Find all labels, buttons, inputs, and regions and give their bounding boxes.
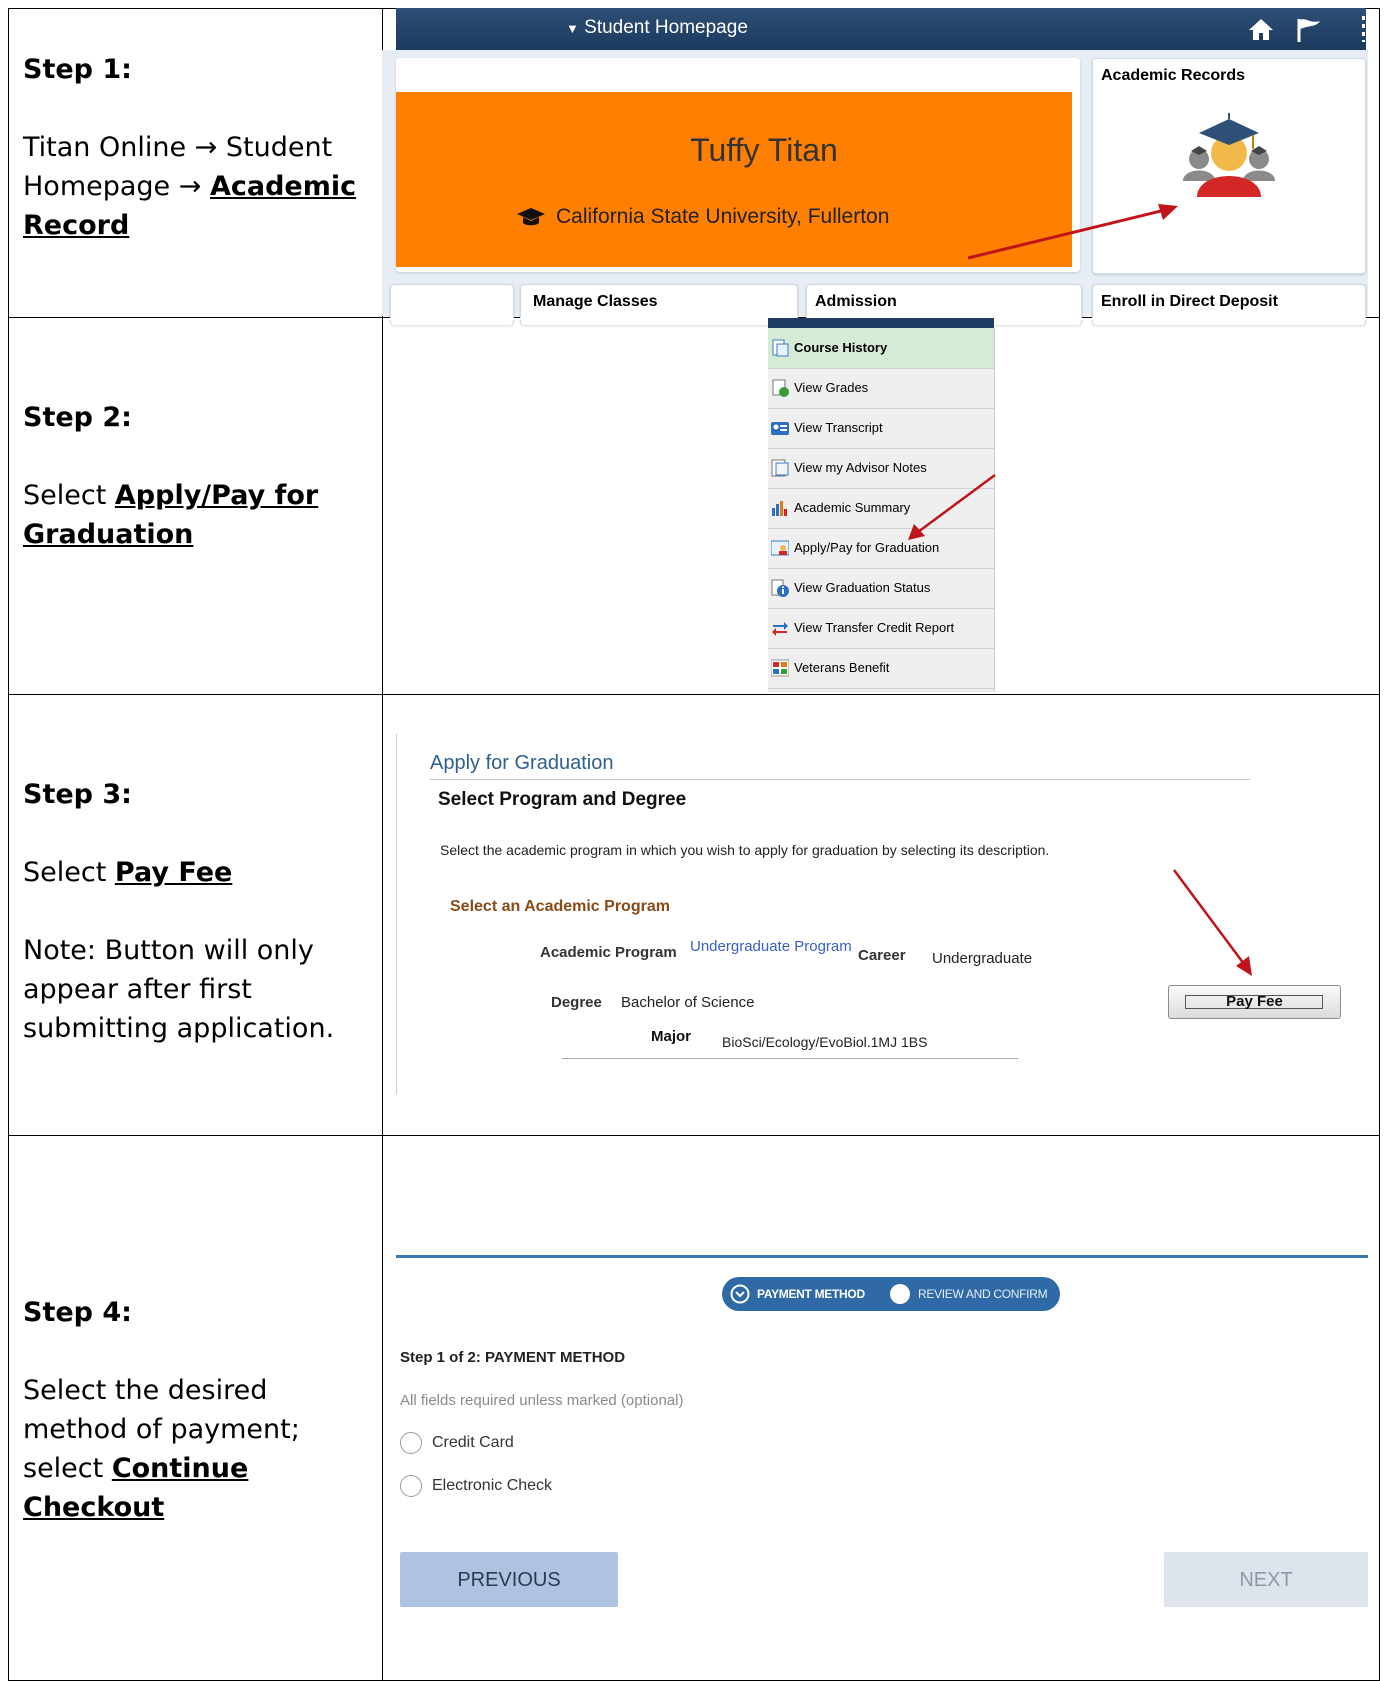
homepage-dropdown[interactable]: ▼ Student Homepage (566, 17, 748, 39)
electronic-check-radio[interactable] (400, 1475, 422, 1497)
program-label: Academic Program (540, 944, 677, 961)
checkout-top-rule (396, 1255, 1368, 1258)
tile-title: Admission (815, 293, 897, 310)
step-link: Pay Fee (114, 857, 233, 888)
graduation-cap-icon (517, 208, 545, 226)
home-icon[interactable] (1248, 17, 1274, 41)
menu-item-label: View Transcript (794, 420, 883, 435)
required-note: All fields required unless marked (optio… (400, 1392, 684, 1409)
chevron-down-circle-icon (730, 1284, 750, 1304)
step4-instructions: Step 4: Select the desired method of pay… (23, 1293, 368, 1527)
graduation-apply-icon (771, 540, 789, 556)
transfer-arrows-icon (772, 622, 788, 636)
checkout-progress: PAYMENT METHOD REVIEW AND CONFIRM (722, 1277, 1060, 1311)
menu-item-label: Veterans Benefit (794, 660, 890, 675)
step-note: Note: Button will only appear after firs… (23, 935, 335, 1044)
veterans-icon (771, 659, 789, 677)
nav-title: Student Homepage (584, 17, 748, 38)
progress-step-1: PAYMENT METHOD (757, 1287, 865, 1301)
page-title: Apply for Graduation (430, 752, 614, 774)
tile-title: Enroll in Direct Deposit (1101, 293, 1278, 310)
caret-down-icon: ▼ (566, 21, 579, 36)
step-text: Select (23, 857, 115, 888)
step3-instructions: Step 3: Select Pay Fee Note: Button will… (23, 775, 368, 1048)
document-history-icon (772, 339, 789, 357)
instructions-text: Select the academic program in which you… (440, 842, 1050, 858)
credit-card-radio[interactable] (400, 1432, 422, 1454)
electronic-check-label: Electronic Check (432, 1477, 553, 1494)
university-line: California State University, Fullerton (516, 205, 889, 229)
menu-item-view-transcript[interactable]: View Transcript (768, 408, 994, 449)
menu-item-course-history[interactable]: Course History (768, 328, 994, 369)
pay-fee-button[interactable]: Pay Fee (1168, 985, 1341, 1019)
row-divider (8, 694, 1380, 695)
pay-fee-label: Pay Fee (1226, 993, 1283, 1010)
degree-value: Bachelor of Science (621, 994, 755, 1011)
menu-item-label: Academic Summary (794, 500, 911, 515)
major-value: BioSci/Ecology/EvoBiol.1MJ 1BS (722, 1034, 928, 1050)
menu-item-label: View Transfer Credit Report (794, 620, 955, 635)
grades-icon (772, 379, 789, 397)
transcript-icon (771, 422, 789, 435)
group-title: Select an Academic Program (450, 898, 670, 915)
next-button[interactable]: NEXT (1164, 1552, 1368, 1607)
tile-title: Academic Records (1101, 67, 1246, 84)
step-title: Step 3: (23, 779, 132, 810)
degree-label: Degree (551, 994, 602, 1011)
credit-card-label: Credit Card (432, 1434, 514, 1451)
university-name: California State University, Fullerton (556, 205, 890, 228)
title-rule (430, 779, 1250, 780)
info-icon (771, 579, 789, 597)
major-label: Major (651, 1028, 692, 1045)
step-title: Step 2: (23, 402, 132, 433)
pointer-arrow (908, 473, 996, 540)
menu-item-label: View Graduation Status (794, 580, 931, 595)
student-homepage-navbar: ▼ Student Homepage (396, 8, 1366, 50)
step-text: Select (23, 480, 115, 511)
career-label: Career (858, 947, 906, 964)
menu-item-transfer-credit[interactable]: View Transfer Credit Report (768, 608, 994, 649)
menu-item-graduation-status[interactable]: View Graduation Status (768, 568, 994, 609)
step-title: Step 4: (23, 1297, 132, 1328)
section-title: Select Program and Degree (438, 789, 687, 810)
career-value: Undergraduate (932, 950, 1033, 967)
next-label: NEXT (1239, 1569, 1293, 1591)
progress-dot-icon (890, 1284, 910, 1304)
checkout-heading: Step 1 of 2: PAYMENT METHOD (400, 1349, 626, 1366)
menu-item-label: View Grades (794, 380, 869, 395)
previous-button[interactable]: PREVIOUS (400, 1552, 618, 1607)
row-divider (8, 1135, 1380, 1136)
step1-instructions: Step 1: Titan Online → Student Homepage … (23, 50, 368, 245)
content-left-border (396, 734, 397, 1094)
progress-step-2: REVIEW AND CONFIRM (918, 1287, 1048, 1301)
pointer-arrow (967, 204, 1178, 260)
bar-chart-icon (772, 501, 787, 516)
menu-item-view-grades[interactable]: View Grades (768, 368, 994, 409)
menu-item-veterans-benefit[interactable]: Veterans Benefit (768, 648, 994, 689)
menu-item-label: Course History (794, 340, 888, 355)
student-graduate-icon (1183, 113, 1275, 197)
step2-instructions: Step 2: Select Apply/Pay for Graduation (23, 398, 368, 554)
more-icon[interactable] (1362, 16, 1365, 42)
notes-icon (771, 459, 789, 477)
program-rule (562, 1058, 1018, 1059)
menu-header (768, 318, 994, 328)
tile-title: Manage Classes (533, 293, 658, 310)
pointer-arrow (1172, 869, 1252, 976)
program-link[interactable]: Undergraduate Program (690, 938, 852, 955)
profile-name: Tuffy Titan (690, 132, 838, 168)
previous-label: PREVIOUS (457, 1569, 561, 1591)
step-title: Step 1: (23, 54, 132, 85)
flag-icon[interactable] (1296, 17, 1322, 43)
